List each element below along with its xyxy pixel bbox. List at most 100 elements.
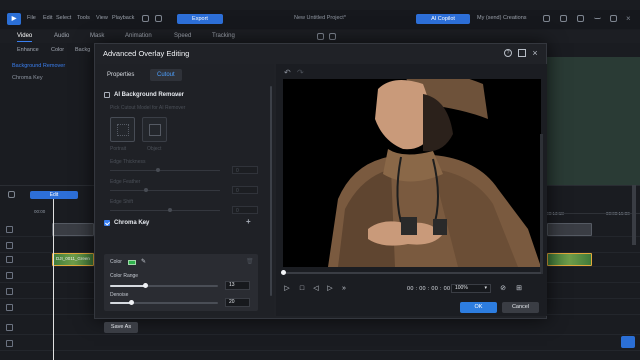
export-button[interactable]: Export xyxy=(177,14,223,24)
chevron-up-icon[interactable]: ︿ xyxy=(174,90,180,100)
timeline-playhead[interactable] xyxy=(53,199,54,360)
help-icon[interactable]: ? xyxy=(504,49,512,57)
tab-mask[interactable]: Mask xyxy=(90,33,104,39)
track-lock-icon[interactable] xyxy=(6,288,13,295)
reset-icon[interactable] xyxy=(317,33,324,40)
green-screen-clip[interactable]: DJI_0011_Green xyxy=(52,253,94,266)
undo-toolbar-icon[interactable] xyxy=(142,15,149,22)
trash-icon[interactable]: 🗑 xyxy=(246,258,254,265)
subtab-background[interactable]: Backg xyxy=(75,47,90,53)
track-lock-icon[interactable] xyxy=(6,256,13,263)
sub-tabs: Enhance Color Backg xyxy=(0,44,96,57)
settings-scrollbar[interactable] xyxy=(270,86,272,296)
track-row xyxy=(0,320,640,335)
ai-background-remover-checkbox[interactable] xyxy=(104,92,110,98)
track-lock-icon[interactable] xyxy=(6,272,13,279)
timeline-edit-button[interactable]: Edit xyxy=(30,191,78,199)
next-frame-icon[interactable]: ▷ xyxy=(326,285,334,293)
undo-icon[interactable]: ↶ xyxy=(284,69,293,77)
minimize-icon[interactable] xyxy=(594,15,601,19)
timeline-tool-icon[interactable] xyxy=(8,191,15,198)
tab-audio[interactable]: Audio xyxy=(54,33,69,39)
preview-seek-knob[interactable] xyxy=(281,270,286,275)
hide-overlay-icon[interactable]: ⊘ xyxy=(499,285,507,293)
settings-icon[interactable] xyxy=(543,15,550,22)
account-icon[interactable] xyxy=(577,15,584,22)
add-icon[interactable]: + xyxy=(246,217,251,227)
cancel-button[interactable]: Cancel xyxy=(502,302,539,313)
maximize-icon[interactable] xyxy=(610,15,617,22)
close-icon[interactable]: × xyxy=(531,49,539,58)
zoom-select[interactable]: 100% ▾ xyxy=(451,284,491,293)
edge-thickness-slider[interactable] xyxy=(110,170,220,171)
subtab-color[interactable]: Color xyxy=(51,47,64,53)
track-row xyxy=(0,336,640,351)
color-range-fill xyxy=(110,285,146,287)
track-lock-icon[interactable] xyxy=(6,324,13,331)
preview-seek-bar[interactable] xyxy=(283,272,541,274)
grid-icon[interactable]: ⊞ xyxy=(515,285,523,293)
edge-thickness-field[interactable]: 0 xyxy=(232,166,258,174)
save-as-button[interactable]: Save As xyxy=(104,322,138,333)
edge-feather-field[interactable]: 0 xyxy=(232,186,258,194)
key-color-swatch[interactable] xyxy=(128,260,136,265)
timeline-clip[interactable] xyxy=(547,223,592,236)
play-icon[interactable]: ▷ xyxy=(283,285,291,293)
denoise-field[interactable]: 20 xyxy=(225,298,250,307)
previous-frame-icon[interactable]: ◁ xyxy=(312,285,320,293)
redo-toolbar-icon[interactable] xyxy=(155,15,162,22)
preview-canvas[interactable] xyxy=(283,79,541,267)
subtab-enhance[interactable]: Enhance xyxy=(17,47,39,53)
preview-scrollbar[interactable] xyxy=(540,134,543,274)
edge-feather-slider[interactable] xyxy=(110,190,220,191)
color-range-knob[interactable] xyxy=(142,283,148,288)
color-range-field[interactable]: 13 xyxy=(225,281,250,290)
timeline-clip[interactable] xyxy=(52,223,94,236)
menu-playback[interactable]: Playback xyxy=(112,15,134,21)
library-item-chroma-key[interactable]: Chroma Key xyxy=(12,75,43,81)
ok-button[interactable]: OK xyxy=(460,302,497,313)
tab-tracking[interactable]: Tracking xyxy=(212,33,235,39)
edge-shift-field[interactable]: 0 xyxy=(232,206,258,214)
tab-animation[interactable]: Animation xyxy=(125,33,152,39)
object-mode-tile[interactable] xyxy=(142,117,167,142)
tab-properties[interactable]: Properties xyxy=(100,69,141,81)
maximize-icon[interactable] xyxy=(518,49,526,57)
timeline-scrollbar[interactable] xyxy=(632,185,636,245)
track-lock-icon[interactable] xyxy=(6,226,13,233)
preview-area: ↶ ↷ ▷ □ ◁ ▷ » 00: 00: 00: 00 100% ▾ ⊘… xyxy=(276,64,547,316)
denoise-knob[interactable] xyxy=(129,300,135,305)
portrait-mode-tile[interactable] xyxy=(110,117,135,142)
green-screen-clip[interactable] xyxy=(547,253,592,266)
edge-shift-slider[interactable] xyxy=(110,210,220,211)
edge-thickness-knob[interactable] xyxy=(156,168,160,172)
notification-icon[interactable] xyxy=(560,15,567,22)
edge-feather-knob[interactable] xyxy=(144,188,148,192)
tab-cutout[interactable]: Cutout xyxy=(150,69,182,81)
track-lock-icon[interactable] xyxy=(6,242,13,249)
library-item-background-remover[interactable]: Background Remover xyxy=(12,63,65,69)
menu-edit[interactable]: Edit xyxy=(43,15,52,21)
track-lock-icon[interactable] xyxy=(6,304,13,311)
zoom-value: 100% xyxy=(455,285,468,291)
preview-timecode: 00 : 00 : 00 : 00 xyxy=(407,286,451,292)
menu-file[interactable]: File xyxy=(27,15,36,21)
info-icon[interactable] xyxy=(329,33,336,40)
ai-copilot-button[interactable]: AI Copilot xyxy=(416,14,470,24)
edge-shift-knob[interactable] xyxy=(168,208,172,212)
fast-forward-icon[interactable]: » xyxy=(340,285,348,293)
track-lock-icon[interactable] xyxy=(6,340,13,347)
menu-select[interactable]: Select xyxy=(56,15,71,21)
chevron-up-icon[interactable]: ︿ xyxy=(142,218,148,228)
chevron-down-icon: ▾ xyxy=(484,285,487,291)
menu-view[interactable]: View xyxy=(96,15,108,21)
eyedropper-icon[interactable]: ✎ xyxy=(141,258,146,265)
close-app-icon[interactable]: × xyxy=(626,15,633,23)
redo-icon[interactable]: ↷ xyxy=(297,69,306,77)
my-creations-link[interactable]: My (send) Creations xyxy=(477,15,527,21)
stop-icon[interactable]: □ xyxy=(298,285,306,293)
menu-tools[interactable]: Tools xyxy=(77,15,90,21)
tab-speed[interactable]: Speed xyxy=(174,33,191,39)
chroma-key-checkbox[interactable] xyxy=(104,220,110,226)
tab-video[interactable]: Video xyxy=(17,33,33,42)
